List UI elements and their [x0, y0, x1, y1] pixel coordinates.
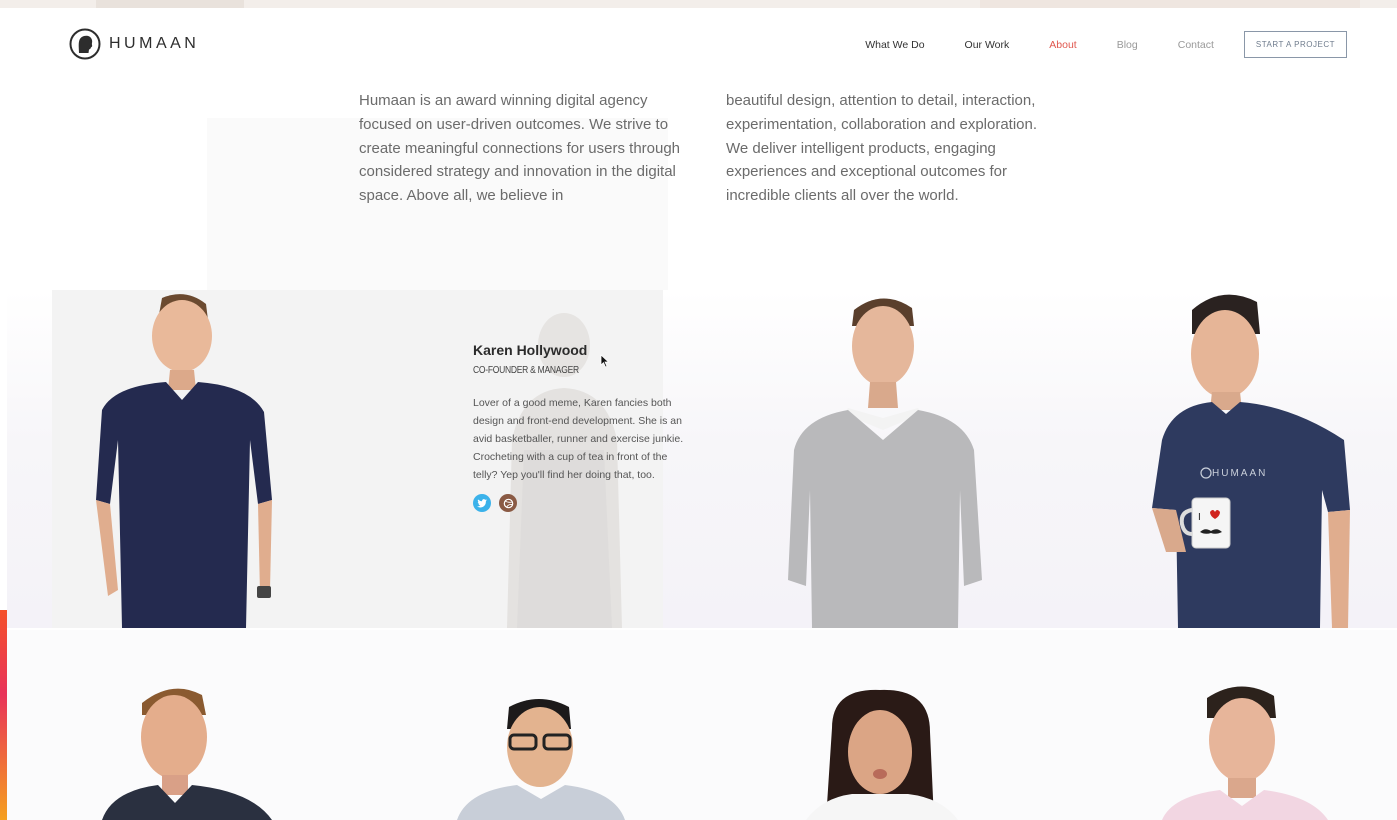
bio-social-links	[473, 494, 688, 512]
svg-text:HUMAAN: HUMAAN	[1212, 468, 1267, 479]
mouse-cursor-icon	[600, 354, 610, 368]
team-member-photo[interactable]	[102, 685, 282, 820]
bio-text: Lover of a good meme, Karen fancies both…	[473, 397, 684, 481]
humaan-logo-icon	[69, 28, 101, 60]
logo[interactable]: HUMAAN	[69, 28, 199, 60]
team-member-photo[interactable]	[74, 290, 294, 628]
team-member-photo[interactable]: HUMAAN I	[1142, 290, 1357, 628]
logo-text: HUMAAN	[109, 35, 200, 52]
top-band	[0, 0, 1397, 8]
intro-text-right: beautiful design, attention to detail, i…	[726, 92, 1038, 205]
nav-what-we-do[interactable]: What We Do	[865, 39, 924, 51]
bio-panel: Karen Hollywood CO-FOUNDER & MANAGER Lov…	[473, 342, 688, 512]
main-nav: What We Do Our Work About Blog Contact S…	[825, 31, 1347, 58]
nav-blog[interactable]: Blog	[1117, 39, 1138, 51]
decorative-strip	[0, 610, 7, 820]
intro-text-left: Humaan is an award winning digital agenc…	[359, 92, 681, 205]
start-project-button[interactable]: START A PROJECT	[1243, 31, 1347, 58]
bio-role: CO-FOUNDER & MANAGER	[473, 365, 579, 376]
bio-name: Karen Hollywood	[473, 342, 588, 358]
team-member-photo[interactable]	[782, 290, 992, 628]
twitter-icon[interactable]	[473, 494, 491, 512]
nav-about[interactable]: About	[1049, 39, 1076, 51]
team-member-photo[interactable]	[457, 695, 627, 820]
nav-our-work[interactable]: Our Work	[965, 39, 1010, 51]
team-row-2	[7, 630, 1397, 820]
team-member-photo[interactable]	[802, 688, 962, 820]
nav-contact[interactable]: Contact	[1178, 39, 1214, 51]
svg-text:I: I	[1198, 512, 1201, 523]
team-row-1: Karen Hollywood CO-FOUNDER & MANAGER Lov…	[7, 290, 1397, 628]
featured-bio-card[interactable]: Karen Hollywood CO-FOUNDER & MANAGER Lov…	[52, 290, 683, 628]
site-header: HUMAAN What We Do Our Work About Blog Co…	[7, 8, 1397, 80]
dribbble-icon[interactable]	[499, 494, 517, 512]
team-member-photo[interactable]	[1162, 682, 1332, 820]
